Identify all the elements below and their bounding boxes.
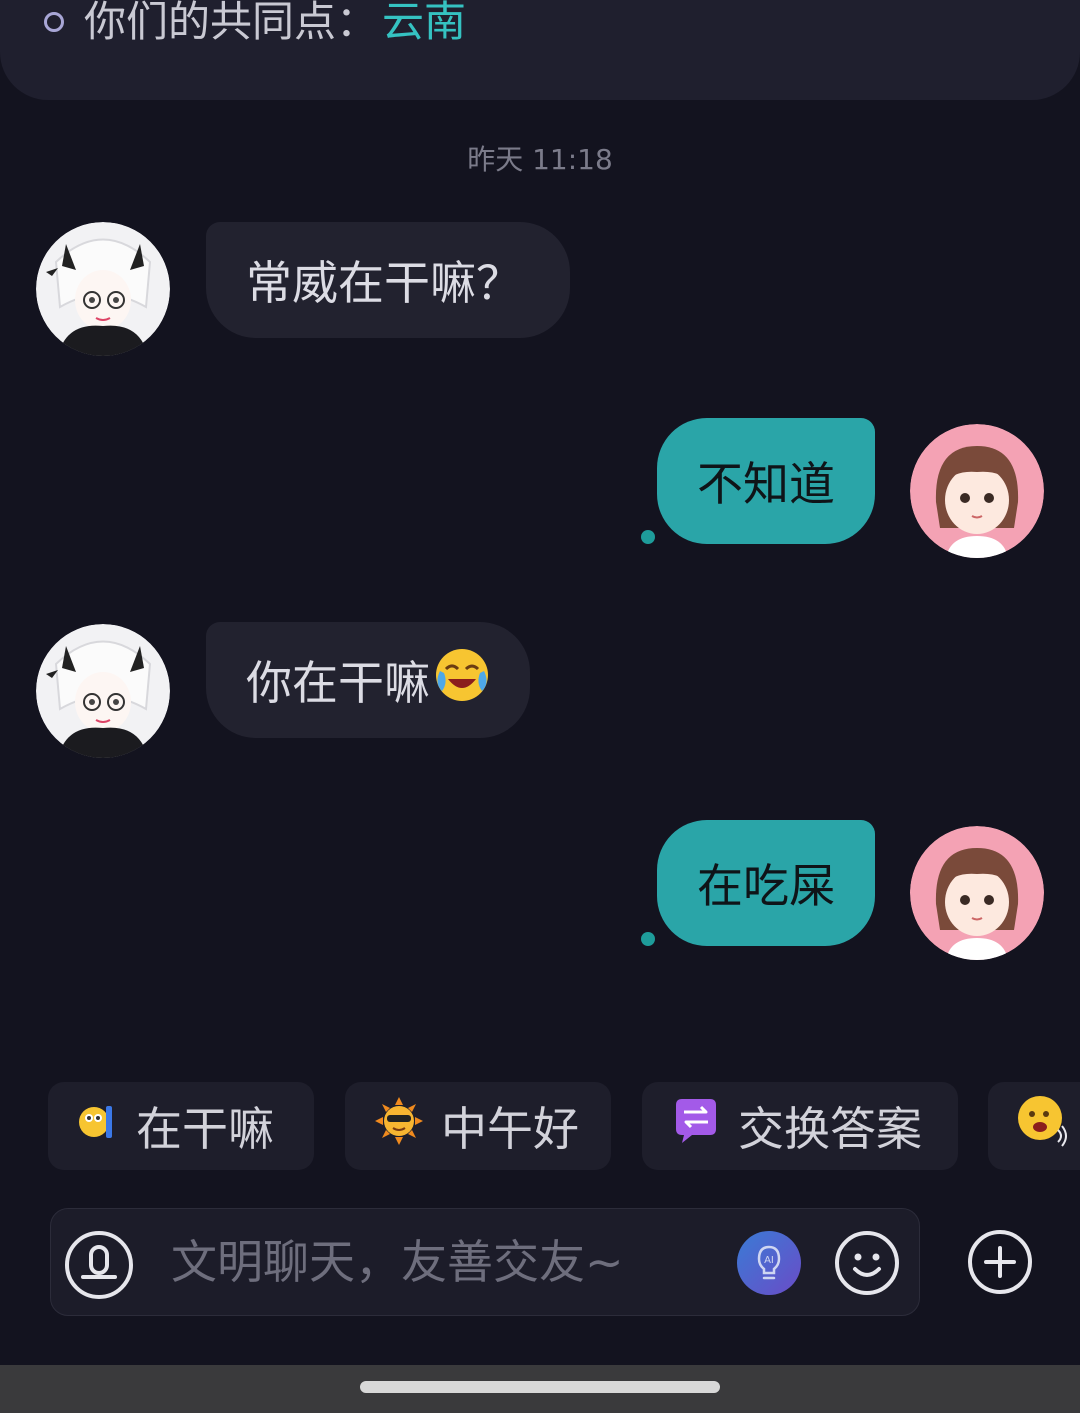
quick-reply-chip[interactable]: 交换答案: [642, 1082, 958, 1170]
user-avatar[interactable]: [910, 424, 1044, 558]
more-options-button[interactable]: [966, 1228, 1034, 1296]
incoming-message-bubble[interactable]: 常威在干嘛？: [206, 222, 570, 338]
message-text: 常威在干嘛？: [246, 256, 522, 310]
read-status-dot: [641, 530, 655, 544]
ai-bulb-icon: AI: [737, 1231, 801, 1295]
sunglasses-sun-icon: [375, 1096, 423, 1156]
peeking-emoji-icon: [78, 1099, 118, 1153]
message-text: 不知道: [697, 457, 835, 511]
svg-text:AI: AI: [764, 1255, 774, 1266]
quick-reply-chip[interactable]: 中午好: [345, 1082, 611, 1170]
quick-reply-label: 交换答案: [738, 1102, 922, 1156]
message-timestamp: 昨天 11:18: [467, 143, 613, 176]
emoji-button[interactable]: [833, 1229, 901, 1297]
ai-assistant-button[interactable]: AI: [735, 1229, 803, 1297]
quick-reply-chip[interactable]: 在干嘛: [48, 1082, 314, 1170]
crying-laughing-emoji-icon: [434, 647, 490, 714]
contact-avatar[interactable]: [36, 222, 170, 356]
plus-icon: [968, 1230, 1032, 1294]
smiley-icon: [835, 1231, 899, 1295]
quick-reply-label: 在干嘛: [136, 1102, 274, 1156]
common-points-value[interactable]: 云南: [382, 0, 466, 44]
message-input-bar: 文明聊天，友善交友~ AI: [50, 1208, 920, 1316]
message-text: 在吃屎: [697, 859, 835, 913]
voice-input-button[interactable]: [63, 1229, 135, 1301]
outgoing-message-bubble[interactable]: 在吃屎: [657, 820, 875, 946]
quick-reply-label: 中午好: [441, 1102, 579, 1156]
user-avatar[interactable]: [910, 826, 1044, 960]
quick-reply-chip[interactable]: [988, 1082, 1080, 1170]
bullet-dot-icon: [44, 12, 64, 32]
microphone-icon: [65, 1231, 133, 1299]
message-input[interactable]: 文明聊天，友善交友~: [171, 1209, 624, 1315]
system-navigation-bar: [0, 1365, 1080, 1413]
common-points-row: 你们的共同点： 云南: [44, 0, 466, 44]
contact-avatar[interactable]: [36, 624, 170, 758]
read-status-dot: [641, 932, 655, 946]
incoming-message-bubble[interactable]: 你在干嘛: [206, 622, 530, 738]
exchange-icon: [672, 1097, 720, 1156]
common-points-label: 你们的共同点：: [84, 0, 379, 46]
home-indicator[interactable]: [360, 1381, 720, 1393]
message-text: 你在干嘛: [246, 656, 430, 710]
talking-emoji-icon: [1016, 1094, 1070, 1159]
outgoing-message-bubble[interactable]: 不知道: [657, 418, 875, 544]
